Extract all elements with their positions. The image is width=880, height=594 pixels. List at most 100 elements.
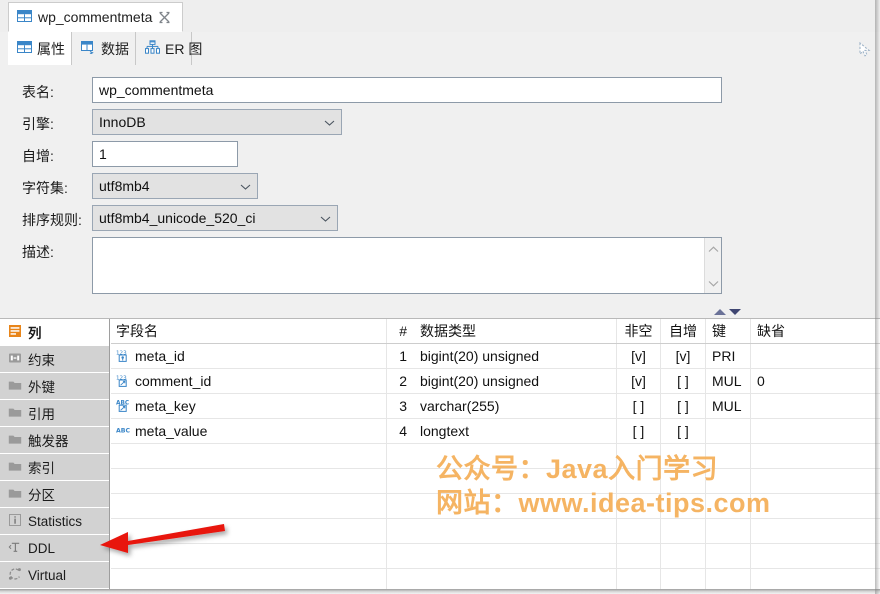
editor-tab-wp-commentmeta[interactable]: wp_commentmeta <box>8 2 183 32</box>
cell-not-null: [ ] <box>617 394 661 418</box>
category-item-constraints[interactable]: 约束 <box>0 346 109 373</box>
folder-icon <box>8 486 22 503</box>
category-item-columns[interactable]: 列 <box>0 319 109 346</box>
cell-empty <box>617 494 661 518</box>
grid-header-row: 字段名 # 数据类型 非空 自增 键 缺省 <box>111 319 880 344</box>
idea-database-table-editor: wp_commentmeta 属性 数据 ER 图 表名: wp_comment… <box>0 0 880 594</box>
category-item-ddl[interactable]: DDL <box>0 535 109 562</box>
tab-er-diagram[interactable]: ER 图 <box>136 32 202 65</box>
cell-empty <box>617 444 661 468</box>
cell-empty <box>617 544 661 568</box>
category-item-references[interactable]: 引用 <box>0 400 109 427</box>
label-comment: 描述: <box>22 244 54 260</box>
category-label: 约束 <box>28 353 55 368</box>
table-row[interactable]: ABC meta_value 4 longtext [ ] [ ] <box>111 419 880 444</box>
cell-empty <box>617 469 661 493</box>
cell-data-type: varchar(255) <box>413 394 617 418</box>
folder-icon <box>8 378 22 395</box>
mouse-cursor-icon <box>858 41 872 58</box>
grid-empty-row[interactable] <box>111 544 880 569</box>
header-auto-increment[interactable]: 自增 <box>661 319 706 343</box>
cell-number: 4 <box>399 423 407 439</box>
close-icon[interactable] <box>158 11 171 24</box>
label-table-name: 表名: <box>22 84 54 100</box>
table-structure-panel: 列 约束 外键 引用 触发器 索引 分区 Statistics DDL Virt… <box>0 318 880 594</box>
auto-increment-input[interactable] <box>92 141 238 167</box>
category-item-virtual[interactable]: Virtual <box>0 562 109 589</box>
cell-empty <box>111 444 387 468</box>
cell-not-null: [v] <box>617 344 661 368</box>
panel-splitter[interactable] <box>712 305 742 315</box>
category-item-statistics[interactable]: Statistics <box>0 508 109 535</box>
grid-empty-row[interactable] <box>111 519 880 544</box>
cell-empty <box>706 519 751 543</box>
cell-empty <box>413 469 617 493</box>
category-label: 分区 <box>28 488 55 503</box>
table-name-input[interactable] <box>92 77 722 103</box>
category-item-indexes[interactable]: 索引 <box>0 454 109 481</box>
text-index-icon: ABC <box>116 398 131 415</box>
cell-field-name: ABC meta_value <box>111 419 387 443</box>
category-item-foreign-keys[interactable]: 外键 <box>0 373 109 400</box>
table-row[interactable]: ABC meta_key 3 varchar(255) [ ] [ ] MUL <box>111 394 880 419</box>
cell-number: 1 <box>399 348 407 364</box>
cell-empty <box>661 444 706 468</box>
category-label: 外键 <box>28 380 55 395</box>
cell-field-name-text: meta_id <box>135 348 185 364</box>
cell-data-type: longtext <box>413 419 617 443</box>
number-key-icon: 123 <box>116 348 131 365</box>
category-item-triggers[interactable]: 触发器 <box>0 427 109 454</box>
cell-field-name: 123 comment_id <box>111 369 387 393</box>
cell-empty <box>111 544 387 568</box>
cell-number: 3 <box>399 398 407 414</box>
label-charset: 字符集: <box>22 180 68 196</box>
cell-key: MUL <box>706 369 751 393</box>
cell-empty <box>706 469 751 493</box>
header-data-type[interactable]: 数据类型 <box>413 319 617 343</box>
header-key[interactable]: 键 <box>706 319 751 343</box>
cell-empty <box>111 469 387 493</box>
grid-empty-row[interactable] <box>111 444 880 469</box>
cell-number: 2 <box>399 373 407 389</box>
editor-tab-label: wp_commentmeta <box>38 9 153 25</box>
grid-empty-row[interactable] <box>111 469 880 494</box>
tab-data[interactable]: 数据 <box>72 32 136 65</box>
header-not-null[interactable]: 非空 <box>617 319 661 343</box>
collation-value: utf8mb4_unicode_520_ci <box>99 210 256 226</box>
comment-scrollbar[interactable] <box>704 238 721 293</box>
cell-default: 0 <box>757 373 765 389</box>
tab-attributes[interactable]: 属性 <box>8 32 72 65</box>
label-collation: 排序规则: <box>22 212 82 228</box>
chevron-down-icon <box>320 210 331 226</box>
editor-tab-strip: wp_commentmeta <box>0 0 880 33</box>
header-number[interactable]: # <box>387 319 413 343</box>
cell-empty <box>661 469 706 493</box>
cell-default <box>751 394 880 418</box>
cell-empty <box>706 494 751 518</box>
grid-empty-row[interactable] <box>111 494 880 519</box>
table-properties-form: 表名: 引擎: InnoDB 自增: 字符集: utf8mb4 排序规则: ut… <box>0 66 880 306</box>
cell-field-name-text: meta_value <box>135 423 208 439</box>
comment-textarea[interactable] <box>92 237 722 294</box>
svg-text:123: 123 <box>116 375 127 381</box>
header-field-name[interactable]: 字段名 <box>111 319 387 343</box>
charset-value: utf8mb4 <box>99 178 150 194</box>
columns-grid: 字段名 # 数据类型 非空 自增 键 缺省 123 meta_id 1 bigi… <box>111 319 880 594</box>
engine-select[interactable]: InnoDB <box>92 109 342 135</box>
scroll-down-icon[interactable] <box>708 275 719 290</box>
cell-key <box>706 419 751 443</box>
label-engine: 引擎: <box>22 116 54 132</box>
charset-select[interactable]: utf8mb4 <box>92 173 258 199</box>
collation-select[interactable]: utf8mb4_unicode_520_ci <box>92 205 338 231</box>
label-auto-increment: 自增: <box>22 148 54 164</box>
category-item-partitions[interactable]: 分区 <box>0 481 109 508</box>
table-icon <box>17 9 32 26</box>
cell-data-type: bigint(20) unsigned <box>413 369 617 393</box>
table-row[interactable]: 123 meta_id 1 bigint(20) unsigned [v] [v… <box>111 344 880 369</box>
constraint-icon <box>8 351 22 368</box>
header-default[interactable]: 缺省 <box>751 319 880 343</box>
scroll-up-icon[interactable] <box>708 241 719 256</box>
table-row[interactable]: 123 comment_id 2 bigint(20) unsigned [v]… <box>111 369 880 394</box>
category-label: 列 <box>28 326 42 341</box>
cell-key: PRI <box>706 344 751 368</box>
